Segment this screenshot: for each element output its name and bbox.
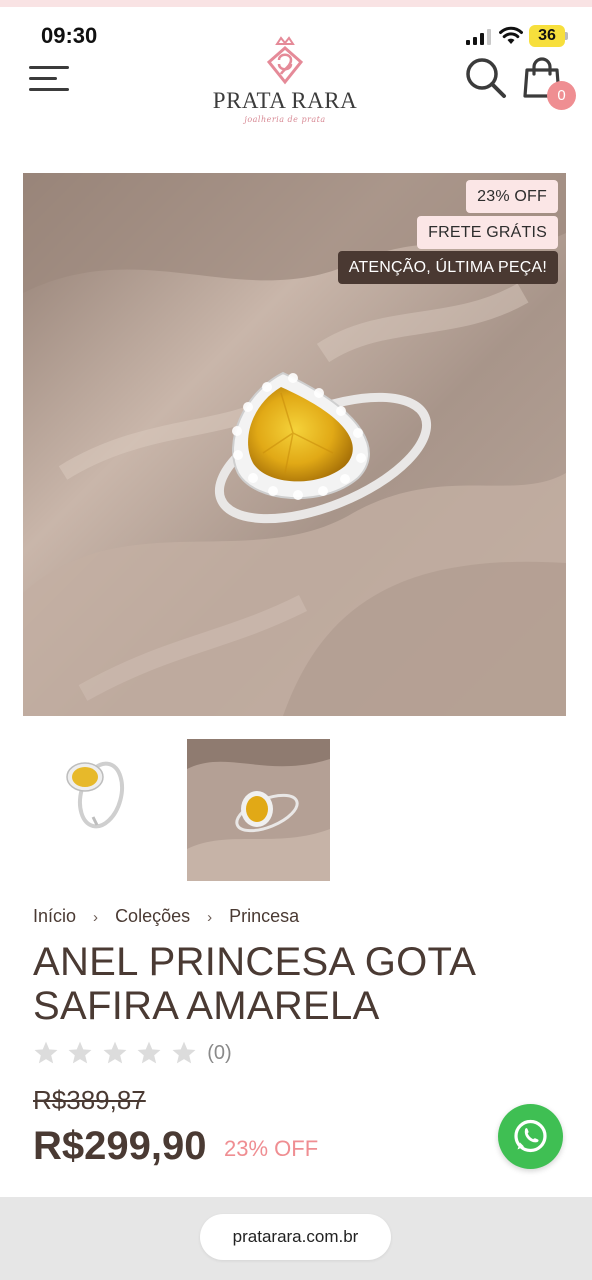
star-icon <box>103 1041 127 1064</box>
cart-count-badge: 0 <box>547 81 576 110</box>
hamburger-line <box>29 77 57 80</box>
rating-count: (0) <box>207 1041 232 1064</box>
logo-tagline: joalheria de prata <box>244 115 326 124</box>
chevron-right-icon: › <box>207 909 213 926</box>
old-price: R$389,87 <box>33 1085 146 1115</box>
whatsapp-button[interactable] <box>498 1104 563 1169</box>
wifi-icon <box>499 26 523 44</box>
top-accent-bar <box>0 0 592 7</box>
product-rating[interactable]: (0) <box>33 1040 232 1070</box>
battery-indicator: 36 <box>529 25 565 47</box>
breadcrumb: Início › Coleções › Princesa <box>33 906 299 927</box>
hamburger-menu-icon <box>29 66 69 69</box>
star-icon <box>172 1041 196 1064</box>
hamburger-line <box>29 88 69 91</box>
star-icon <box>34 1041 58 1064</box>
breadcrumb-princesa[interactable]: Princesa <box>229 906 299 926</box>
current-price: R$299,90 <box>33 1124 207 1168</box>
discount-label: 23% OFF <box>224 1136 319 1161</box>
thumbnail-ring-white[interactable] <box>23 739 166 881</box>
status-time: 09:30 <box>41 23 98 48</box>
discount-badge: 23% OFF <box>466 180 558 213</box>
search-button[interactable] <box>463 56 509 100</box>
product-main-image[interactable]: 23% OFF FRETE GRÁTIS ATENÇÃO, ÚLTIMA PEÇ… <box>23 173 566 716</box>
ring-white-background-image <box>23 739 166 881</box>
menu-button[interactable] <box>29 64 71 96</box>
whatsapp-icon <box>514 1119 547 1153</box>
url-bar[interactable]: pratarara.com.br <box>200 1214 391 1260</box>
star-icon <box>68 1041 92 1064</box>
brand-logo[interactable]: PRATA RARA joalheria de prata <box>210 36 360 126</box>
logo-name: PRATA RARA <box>212 88 358 113</box>
thumbnail-ring-fabric[interactable] <box>187 739 330 881</box>
free-shipping-badge: FRETE GRÁTIS <box>417 216 558 249</box>
breadcrumb-collections[interactable]: Coleções <box>115 906 190 926</box>
ring-on-fabric-thumbnail-image <box>187 739 330 881</box>
breadcrumb-home[interactable]: Início <box>33 906 76 926</box>
product-title: ANEL PRINCESA GOTA SAFIRA AMARELA <box>33 940 475 1028</box>
chevron-right-icon: › <box>93 909 99 926</box>
logo-crown-ring-icon <box>266 36 304 85</box>
last-piece-badge: ATENÇÃO, ÚLTIMA PEÇA! <box>337 251 558 284</box>
search-icon <box>466 58 506 98</box>
battery-tip <box>565 32 568 40</box>
cellular-signal-icon <box>466 29 491 45</box>
star-icon <box>137 1041 161 1064</box>
